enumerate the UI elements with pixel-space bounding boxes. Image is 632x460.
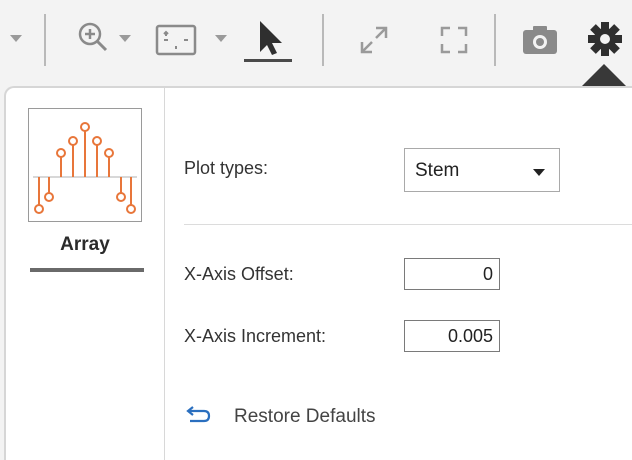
x-offset-input[interactable] (404, 258, 500, 290)
stem-plot-icon (33, 122, 137, 214)
expand-icon[interactable] (354, 20, 394, 60)
x-offset-label: X-Axis Offset: (184, 264, 294, 284)
undo-arrow-icon (186, 406, 211, 423)
select-pointer-icon[interactable] (254, 18, 286, 58)
fullscreen-icon[interactable] (438, 24, 470, 56)
toolbar-separator (494, 14, 496, 66)
array-category-label[interactable]: Array (6, 234, 164, 256)
zoom-dropdown-chevron-icon[interactable] (118, 32, 132, 44)
fit-view-icon[interactable] (154, 22, 200, 58)
section-divider (184, 224, 632, 225)
toolbar (0, 0, 632, 88)
chevron-down-icon (533, 169, 545, 176)
popup-pointer (580, 64, 628, 88)
category-column: Array (6, 88, 165, 460)
array-category-button[interactable] (28, 108, 142, 222)
gear-icon[interactable] (586, 20, 624, 58)
x-increment-label: X-Axis Increment: (184, 326, 327, 346)
toolbar-separator (44, 14, 46, 66)
restore-defaults-label: Restore Defaults (234, 406, 376, 427)
array-selected-indicator (30, 268, 144, 272)
fit-dropdown-chevron-icon[interactable] (214, 32, 228, 44)
active-tool-underline (244, 59, 292, 62)
settings-popup: Array Plot types: Stem X-Axis Offset: X-… (4, 86, 632, 460)
chevron-down-icon[interactable] (8, 32, 24, 44)
plot-type-value: Stem (415, 160, 460, 181)
camera-icon[interactable] (520, 22, 560, 58)
zoom-in-icon[interactable] (76, 20, 112, 56)
plot-types-label: Plot types: (184, 158, 269, 178)
x-increment-input[interactable] (404, 320, 500, 352)
toolbar-separator (322, 14, 324, 66)
plot-type-select[interactable]: Stem (404, 148, 560, 192)
